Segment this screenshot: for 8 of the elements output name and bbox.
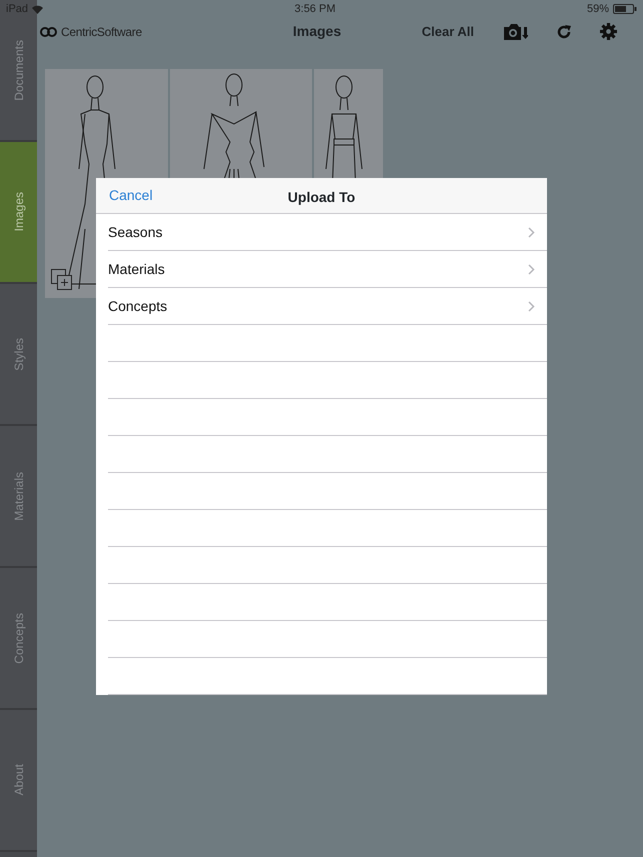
- row-label: Seasons: [108, 222, 162, 242]
- dialog-title: Upload To: [288, 188, 356, 207]
- row-label: Materials: [108, 260, 165, 278]
- row-label: Concepts: [108, 296, 168, 316]
- status-time: 3:56 PM: [294, 2, 336, 17]
- page-title: Images: [292, 22, 342, 41]
- logo: CentricSoftware: [40, 22, 142, 40]
- battery-percent: 59%: [586, 2, 609, 17]
